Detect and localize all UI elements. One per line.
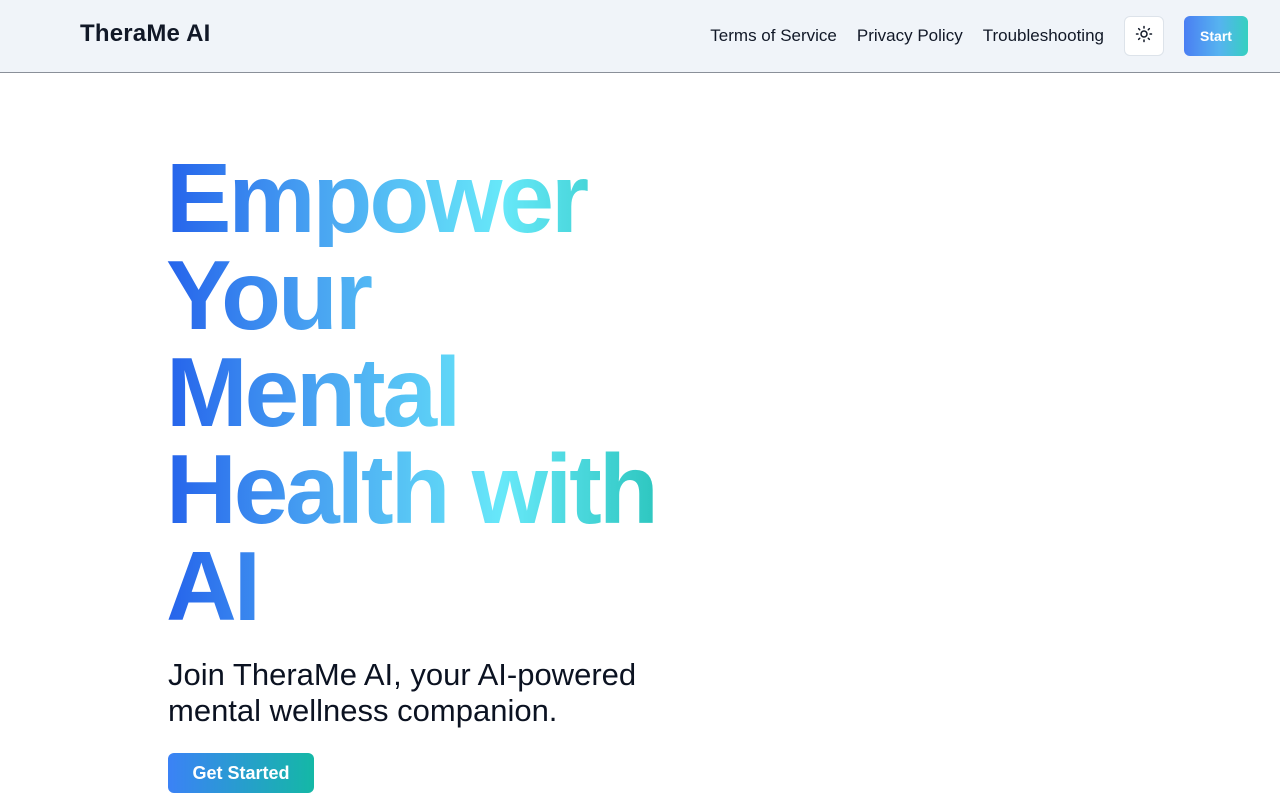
hero-title-line: Empower — [166, 149, 726, 247]
hero-subtitle: Join TheraMe AI, your AI-powered mental … — [168, 657, 637, 728]
nav-link-privacy[interactable]: Privacy Policy — [857, 25, 963, 47]
hero-title-line: Your — [166, 246, 726, 344]
top-navbar: TheraMe AI Terms of Service Privacy Poli… — [0, 0, 1280, 73]
hero-title-line: Health with — [166, 440, 726, 538]
brand-logo-text[interactable]: TheraMe AI — [80, 20, 210, 48]
theme-toggle-button[interactable] — [1124, 16, 1164, 56]
main-nav: Terms of Service Privacy Policy Troubles… — [710, 25, 1104, 47]
nav-link-terms[interactable]: Terms of Service — [710, 25, 837, 47]
get-started-button[interactable]: Get Started — [168, 753, 314, 793]
hero-title: Empower Your Mental Health with AI — [166, 149, 726, 635]
hero-title-line: Mental — [166, 343, 726, 441]
start-button[interactable]: Start — [1184, 16, 1248, 56]
hero-title-line: AI — [166, 537, 726, 635]
nav-link-troubleshooting[interactable]: Troubleshooting — [983, 25, 1104, 47]
sun-icon — [1135, 25, 1153, 48]
